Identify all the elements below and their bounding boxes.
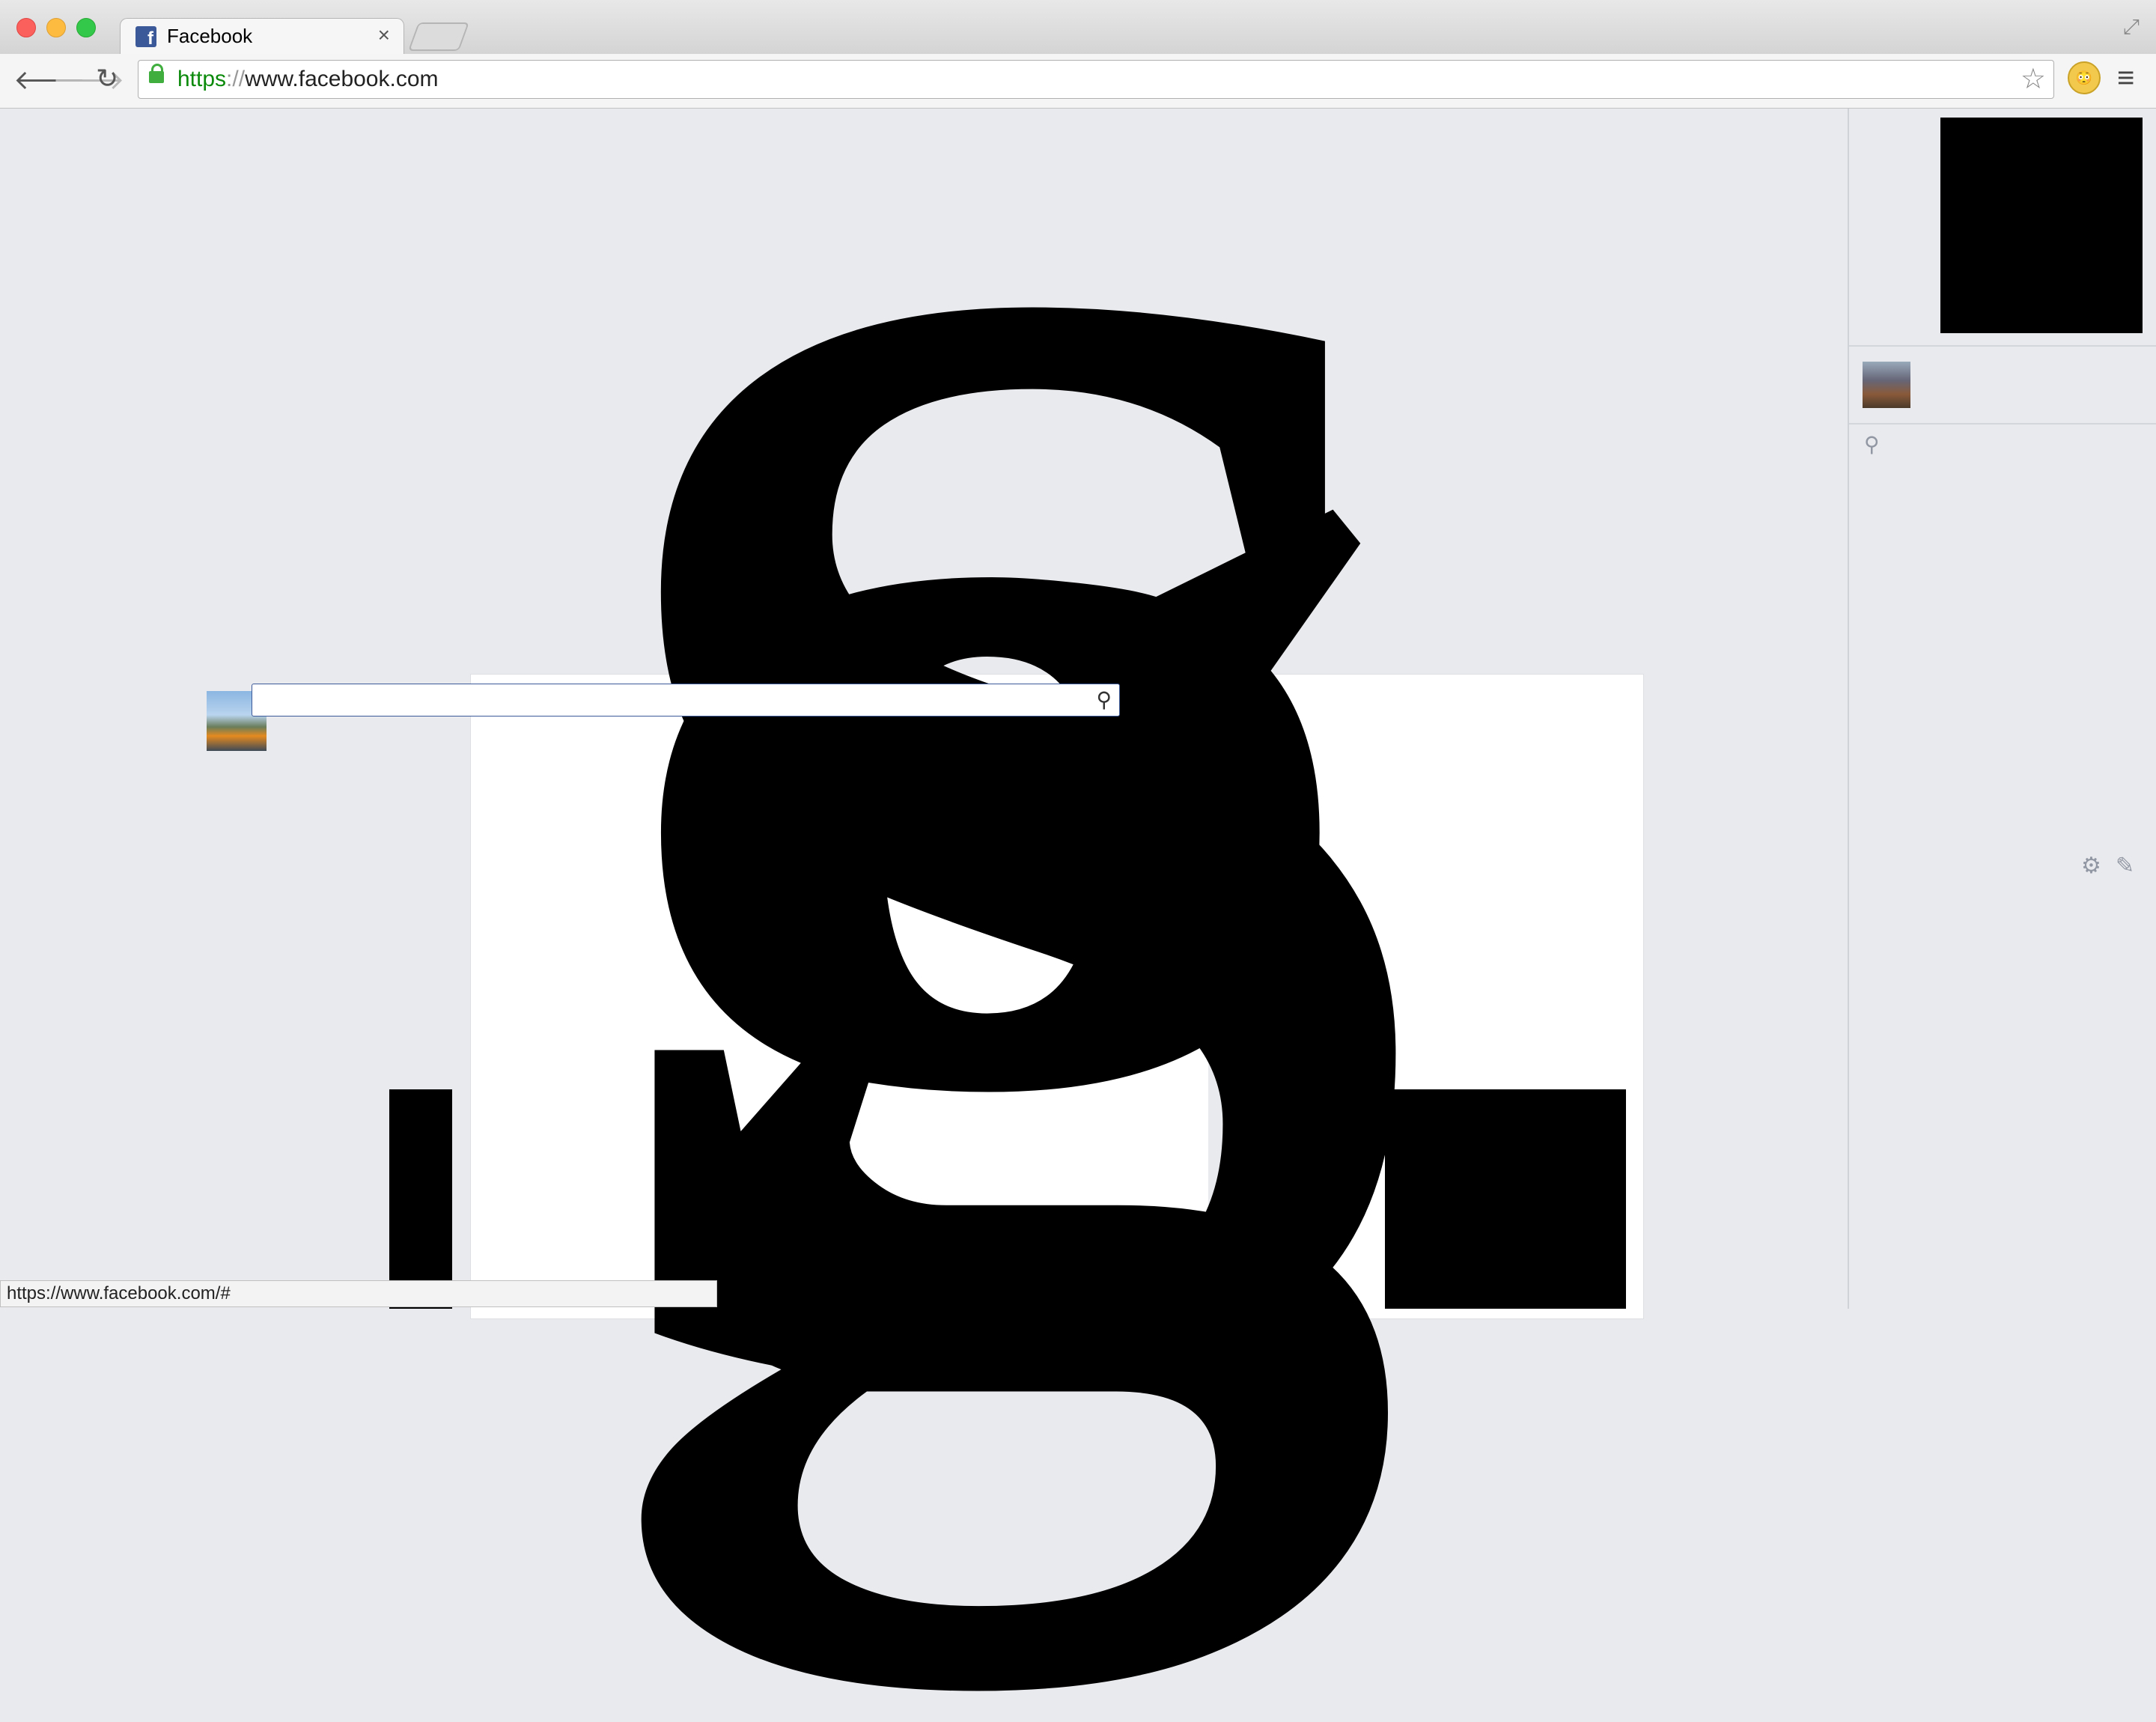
compose-message-icon[interactable]: ✎ [2116, 853, 2134, 879]
facebook-favicon-icon: f [135, 26, 156, 49]
tab-title: Facebook [167, 25, 253, 47]
secure-lock-icon [149, 64, 164, 83]
window-close-button[interactable] [16, 18, 36, 37]
window-zoom-button[interactable] [76, 18, 96, 37]
page-viewport: g S ⚲ ⚲ ⚙ ✎ [0, 0, 2156, 1636]
sidebar-contact-thumbnail[interactable] [1863, 362, 1910, 408]
reload-icon[interactable]: ↻ [96, 63, 118, 94]
gear-icon[interactable]: ⚙ [2081, 853, 2101, 879]
url-separator: :// [226, 67, 246, 91]
status-bar-url: https://www.facebook.com/# [0, 1280, 717, 1307]
browser-tab-facebook[interactable]: f Facebook × [120, 18, 404, 56]
extension-emoji-icon[interactable]: 😳 [2068, 61, 2101, 94]
search-icon[interactable]: ⚲ [1096, 687, 1112, 712]
sidebar-divider [1849, 345, 2156, 347]
fullscreen-icon[interactable]: ⤢ [2123, 15, 2140, 40]
tab-close-icon[interactable]: × [378, 23, 390, 47]
sidebar-divider [1849, 423, 2156, 425]
url-host: www.facebook.com [245, 67, 439, 91]
browser-menu-icon[interactable]: ≡ [2117, 61, 2134, 95]
oversized-glyph-s: S [569, 0, 1464, 1722]
window-minimize-button[interactable] [46, 18, 66, 37]
glyph-fragment-left [389, 1089, 452, 1309]
sidebar-search-icon[interactable]: ⚲ [1864, 432, 1880, 457]
bookmark-star-icon[interactable]: ☆ [2021, 62, 2046, 96]
new-tab-button[interactable] [408, 22, 469, 51]
sidebar-glyph-fragment [1940, 118, 2143, 333]
chat-sidebar: ⚲ ⚙ ✎ [1848, 109, 2156, 1309]
url-scheme: https [177, 67, 227, 91]
address-bar-url[interactable]: https://www.facebook.com [177, 67, 439, 92]
glyph-fragment-right [1385, 1089, 1626, 1309]
facebook-search-input[interactable]: ⚲ [252, 684, 1120, 717]
